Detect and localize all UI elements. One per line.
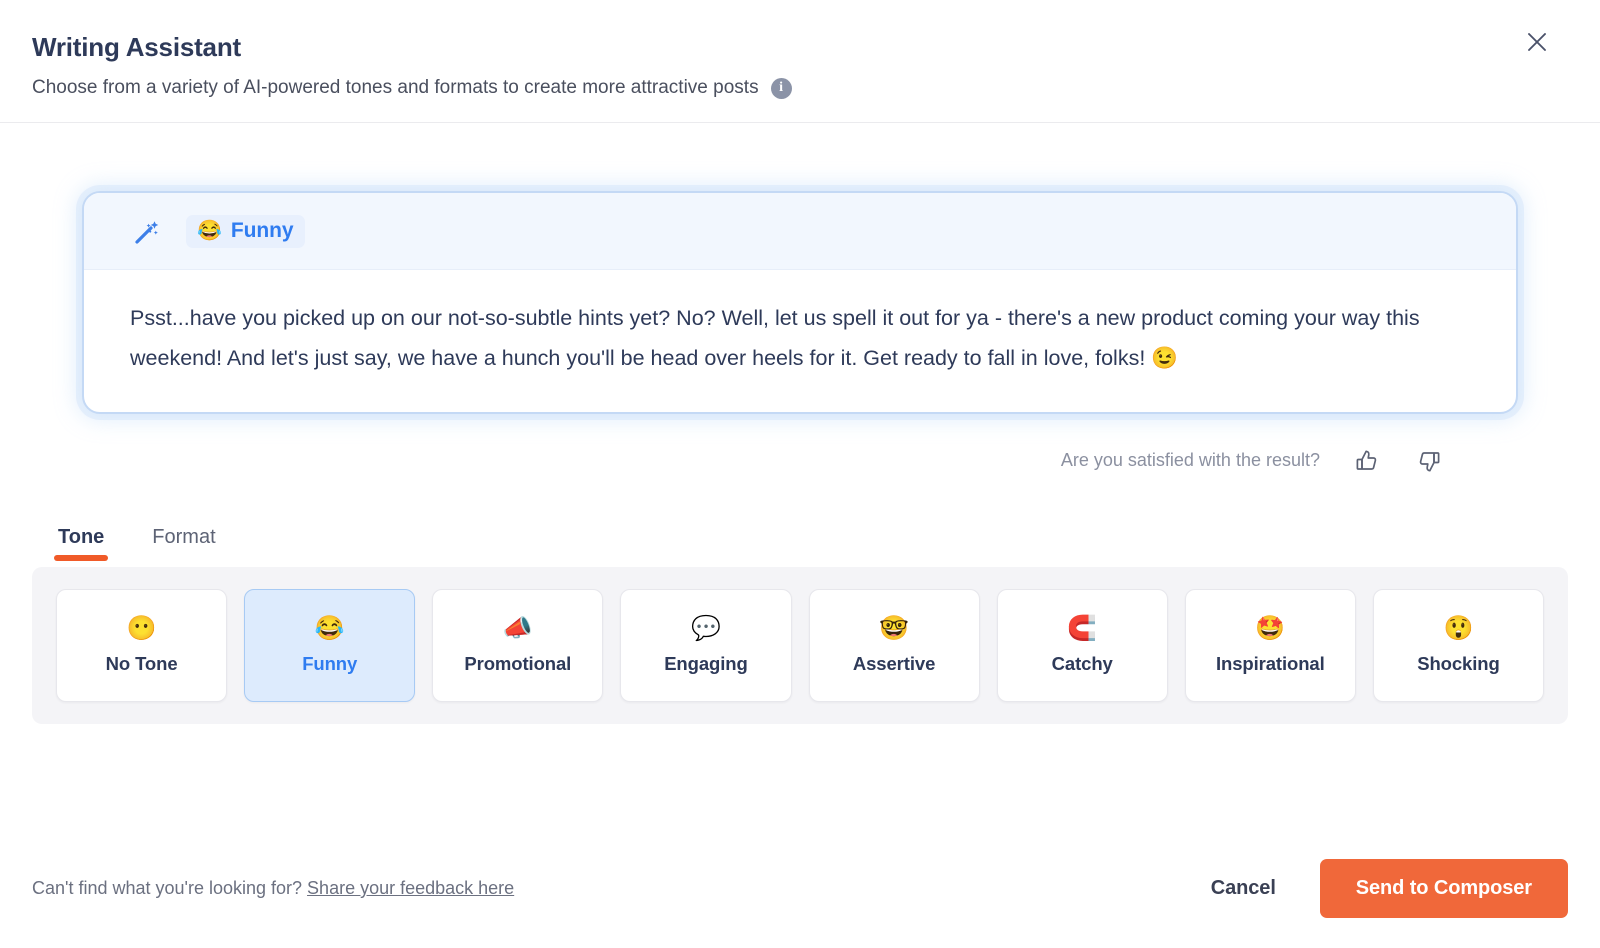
- close-icon[interactable]: [1522, 27, 1552, 57]
- tone-chip-label: Catchy: [1052, 653, 1113, 675]
- page-title: Writing Assistant: [32, 32, 1568, 63]
- tab-tone-label: Tone: [58, 526, 104, 548]
- tone-chip-no-tone[interactable]: 😶 No Tone: [56, 589, 227, 702]
- satisfaction-question: Are you satisfied with the result?: [1061, 450, 1320, 471]
- astonished-face-icon: 😲: [1443, 616, 1473, 642]
- speech-bubble-icon: 💬: [691, 616, 721, 642]
- dialog-subtitle: Choose from a variety of AI-powered tone…: [32, 76, 759, 100]
- footer-actions: Cancel Send to Composer: [1211, 859, 1568, 918]
- tone-chip-label: No Tone: [106, 653, 178, 675]
- tone-chip-assertive[interactable]: 🤓 Assertive: [809, 589, 980, 702]
- tab-format[interactable]: Format: [148, 526, 219, 567]
- tab-format-label: Format: [152, 526, 215, 548]
- satisfaction-row: Are you satisfied with the result?: [82, 446, 1518, 476]
- tone-options-bar: 😶 No Tone 😂 Funny 📣 Promotional 💬 Engagi…: [32, 567, 1568, 724]
- feedback-prompt-text: Can't find what you're looking for?: [32, 878, 302, 898]
- result-card-body: Psst...have you picked up on our not-so-…: [84, 270, 1516, 412]
- tone-emoji: 😂: [197, 221, 222, 241]
- tone-chip-promotional[interactable]: 📣 Promotional: [432, 589, 603, 702]
- star-struck-face-icon: 🤩: [1255, 616, 1285, 642]
- tone-chip-catchy[interactable]: 🧲 Catchy: [997, 589, 1168, 702]
- dialog-subtitle-row: Choose from a variety of AI-powered tone…: [32, 76, 1568, 100]
- tone-chip-engaging[interactable]: 💬 Engaging: [620, 589, 791, 702]
- generated-text: Psst...have you picked up on our not-so-…: [130, 298, 1470, 378]
- nerd-face-icon: 🤓: [879, 616, 909, 642]
- tone-chip-label: Funny: [302, 653, 357, 675]
- tone-chip-label: Shocking: [1417, 653, 1499, 675]
- thumbs-up-icon[interactable]: [1352, 446, 1382, 476]
- tone-format-tabs: Tone Format: [32, 526, 1568, 567]
- magic-wand-icon: [130, 215, 164, 249]
- writing-assistant-dialog: Writing Assistant Choose from a variety …: [0, 0, 1600, 948]
- info-icon[interactable]: i: [771, 78, 792, 99]
- dialog-header: Writing Assistant Choose from a variety …: [0, 0, 1600, 123]
- result-tone-badge: 😂 Funny: [186, 215, 305, 248]
- tone-chip-label: Promotional: [464, 653, 571, 675]
- neutral-face-icon: 😶: [127, 616, 157, 642]
- thumbs-down-icon[interactable]: [1414, 446, 1444, 476]
- tone-chip-label: Inspirational: [1216, 653, 1325, 675]
- feedback-prompt: Can't find what you're looking for? Shar…: [32, 878, 514, 899]
- tone-chip-shocking[interactable]: 😲 Shocking: [1373, 589, 1544, 702]
- result-card: 😂 Funny Psst...have you picked up on our…: [82, 191, 1518, 414]
- tab-tone[interactable]: Tone: [54, 526, 108, 567]
- dialog-body: 😂 Funny Psst...have you picked up on our…: [0, 123, 1600, 829]
- result-card-wrapper: 😂 Funny Psst...have you picked up on our…: [32, 191, 1568, 476]
- megaphone-icon: 📣: [503, 616, 533, 642]
- send-to-composer-button[interactable]: Send to Composer: [1320, 859, 1568, 918]
- result-card-header: 😂 Funny: [84, 193, 1516, 270]
- feedback-link[interactable]: Share your feedback here: [307, 878, 514, 898]
- dialog-footer: Can't find what you're looking for? Shar…: [0, 829, 1600, 948]
- laughing-face-icon: 😂: [315, 616, 345, 642]
- magnet-icon: 🧲: [1067, 616, 1097, 642]
- cancel-button[interactable]: Cancel: [1211, 877, 1276, 900]
- tone-label: Funny: [231, 219, 294, 243]
- tone-chip-inspirational[interactable]: 🤩 Inspirational: [1185, 589, 1356, 702]
- tone-chip-funny[interactable]: 😂 Funny: [244, 589, 415, 702]
- tone-chip-label: Engaging: [664, 653, 747, 675]
- tone-chip-label: Assertive: [853, 653, 935, 675]
